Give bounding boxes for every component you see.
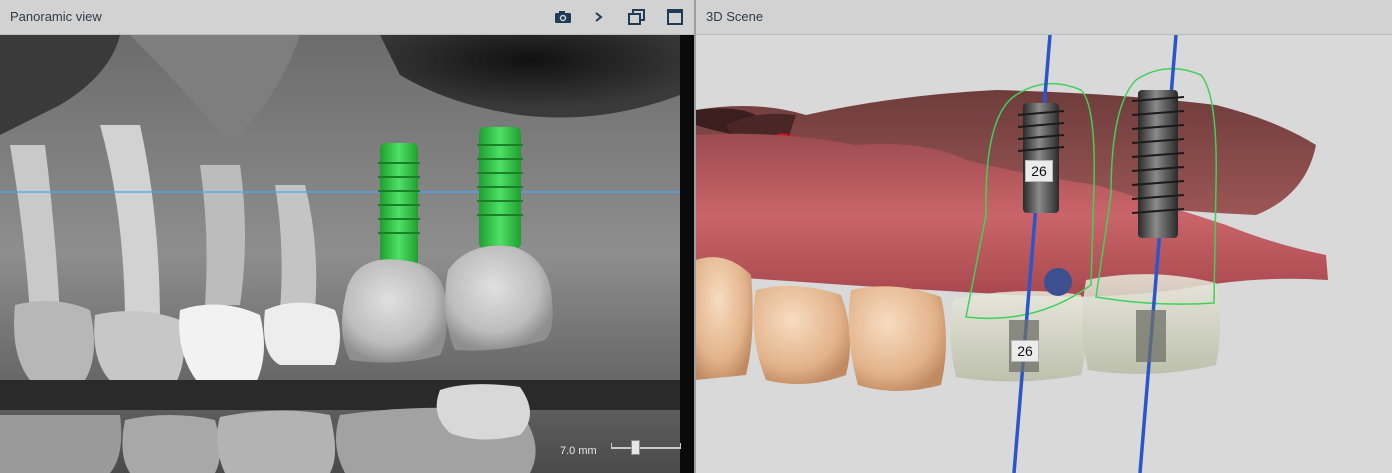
natural-tooth: [753, 286, 850, 384]
abutment-right: [1136, 310, 1166, 362]
chevron-right-icon[interactable]: [588, 6, 610, 28]
panoramic-xray-image: [0, 35, 694, 473]
implant-screw-right[interactable]: [1131, 90, 1185, 238]
3d-scene-title: 3D Scene: [706, 9, 764, 24]
slider-tick: [611, 443, 612, 448]
slice-thickness-slider-track[interactable]: [611, 447, 681, 449]
panoramic-xray-viewport[interactable]: [0, 35, 694, 473]
natural-tooth: [696, 257, 753, 380]
slice-thickness-label: 7.0 mm: [560, 445, 597, 457]
virtual-crown-right[interactable]: [445, 245, 553, 351]
implant-left[interactable]: [378, 143, 420, 268]
slice-thickness-slider-thumb[interactable]: [630, 440, 640, 455]
3d-scene-titlebar: 3D Scene: [696, 0, 1392, 35]
maximize-window-icon[interactable]: [664, 6, 686, 28]
panoramic-view-panel: Panoramic view 7.0 mm: [0, 0, 694, 473]
virtual-crown-left[interactable]: [341, 259, 447, 363]
3d-scene-viewport[interactable]: 26 26: [696, 35, 1392, 473]
implant-label-top: 26: [1025, 160, 1053, 182]
panoramic-view-title: Panoramic view: [10, 9, 102, 24]
3d-model-render: [696, 35, 1328, 473]
restore-window-icon[interactable]: [626, 6, 648, 28]
panoramic-view-titlebar: Panoramic view: [0, 0, 694, 35]
implant-right[interactable]: [477, 127, 523, 249]
slider-tick: [680, 443, 681, 448]
implant-label-bottom: 26: [1011, 340, 1039, 362]
implant-screw-left[interactable]: [1017, 103, 1065, 213]
gum-marker: [1044, 268, 1072, 296]
natural-tooth: [848, 286, 946, 391]
camera-icon[interactable]: [552, 6, 574, 28]
3d-scene-panel: 3D Scene 26 26: [696, 0, 1392, 473]
